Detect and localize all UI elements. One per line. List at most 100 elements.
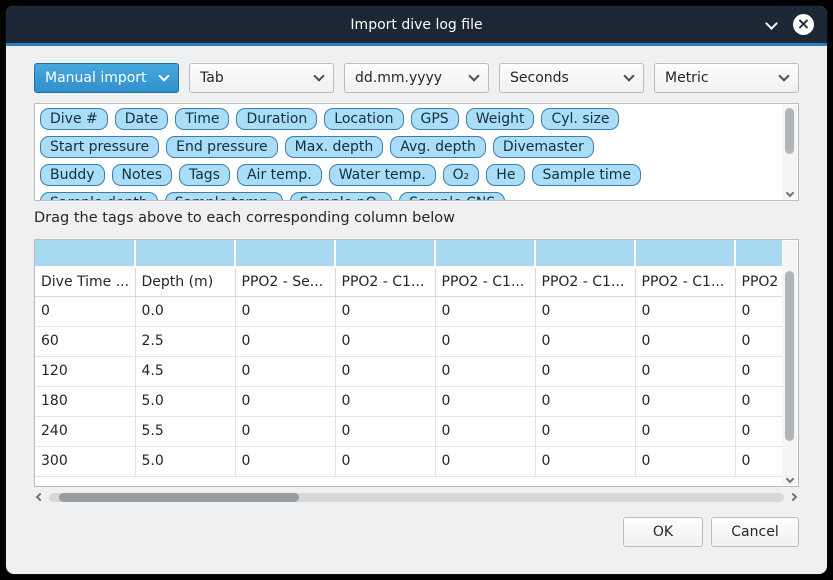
dropdown-duration-format[interactable]: Seconds (499, 63, 644, 93)
scroll-down-arrow-icon[interactable] (782, 478, 797, 482)
dropdown-date-format[interactable]: dd.mm.yyyy (344, 63, 489, 93)
scroll-left-arrow-icon[interactable] (34, 494, 43, 500)
tag-max-depth[interactable]: Max. depth (285, 136, 384, 158)
tag-area-scrollbar-thumb[interactable] (785, 108, 794, 154)
tag-divemaster[interactable]: Divemaster (493, 136, 594, 158)
table-cell: 60 (35, 326, 135, 356)
table-row: 3005.0000000 (35, 446, 782, 476)
table-cell: 5.5 (135, 416, 235, 446)
hscrollbar-track[interactable] (49, 493, 784, 502)
drop-cell[interactable] (235, 240, 335, 267)
tag-row: Buddy Notes Tags Air temp. Water temp. O₂ He Sa… (40, 164, 776, 186)
tag-o[interactable]: O₂ (443, 164, 480, 186)
scroll-right-arrow-icon[interactable] (790, 494, 799, 500)
table-cell: 4.5 (135, 356, 235, 386)
table-row: 1805.0000000 (35, 386, 782, 416)
column-header: PPO2 (735, 267, 782, 296)
dropdown-value: Manual import (45, 70, 147, 86)
table-vscrollbar-thumb[interactable] (785, 271, 794, 441)
column-header: PPO2 - C1... (635, 267, 735, 296)
chevron-down-icon (160, 72, 168, 80)
tag-air-temp[interactable]: Air temp. (237, 164, 322, 186)
table-cell: 180 (35, 386, 135, 416)
drop-cell[interactable] (35, 240, 135, 267)
tag-row: Start pressure End pressure Max. depth Avg.… (40, 136, 776, 158)
window-title: Import dive log file (350, 17, 482, 33)
dialog-content: Manual importTabdd.mm.yyyySecondsMetric … (6, 46, 827, 574)
close-icon: × (797, 16, 810, 32)
dropdown-units[interactable]: Metric (654, 63, 799, 93)
tag-area-scrollbar[interactable] (782, 105, 797, 199)
drop-cell[interactable] (435, 240, 535, 267)
table-cell: 120 (35, 356, 135, 386)
drop-cell[interactable] (335, 240, 435, 267)
tag-sample-cns[interactable]: Sample CNS (399, 192, 505, 201)
tag-dive[interactable]: Dive # (40, 108, 108, 130)
tag-sample-po[interactable]: Sample pO₂ (290, 192, 392, 201)
drop-cell[interactable] (135, 240, 235, 267)
tag-rows: Dive # Date Time Duration Location GPS Weight C… (40, 108, 776, 201)
table-cell: 0 (335, 296, 435, 326)
tag-sample-time[interactable]: Sample time (532, 164, 641, 186)
tag-sample-depth[interactable]: Sample depth (40, 192, 158, 201)
drop-cell[interactable] (535, 240, 635, 267)
tag-buddy[interactable]: Buddy (40, 164, 105, 186)
table-cell: 0 (735, 446, 782, 476)
table-body: Dive Time ...Depth (m)PPO2 - Se...PPO2 -… (35, 240, 782, 476)
tag-cyl-size[interactable]: Cyl. size (541, 108, 619, 130)
table-hscrollbar[interactable] (34, 489, 799, 505)
tag-notes[interactable]: Notes (112, 164, 172, 186)
tag-end-pressure[interactable]: End pressure (166, 136, 278, 158)
table-cell: 2.5 (135, 326, 235, 356)
table-cell: 0 (635, 356, 735, 386)
titlebar[interactable]: Import dive log file × (6, 6, 827, 43)
tag-water-temp[interactable]: Water temp. (329, 164, 436, 186)
ok-button[interactable]: OK (623, 517, 703, 547)
tag-row: Dive # Date Time Duration Location GPS Weight C… (40, 108, 776, 130)
drop-cell[interactable] (735, 240, 782, 267)
preview-table-clip: Dive Time ...Depth (m)PPO2 - Se...PPO2 -… (35, 240, 782, 486)
dropdown-import-mode[interactable]: Manual import (34, 63, 179, 93)
table-cell: 0 (335, 386, 435, 416)
column-header: PPO2 - C1... (435, 267, 535, 296)
hscrollbar-thumb[interactable] (59, 493, 299, 502)
table-cell: 0 (635, 326, 735, 356)
column-header: Depth (m) (135, 267, 235, 296)
table-cell: 0 (535, 326, 635, 356)
table-cell: 0 (735, 356, 782, 386)
table-cell: 0.0 (135, 296, 235, 326)
chevron-down-icon (315, 72, 323, 80)
table-cell: 0 (635, 416, 735, 446)
table-cell: 0 (235, 446, 335, 476)
tag-weight[interactable]: Weight (466, 108, 535, 130)
tag-tags[interactable]: Tags (179, 164, 230, 186)
column-header: PPO2 - C1... (335, 267, 435, 296)
tag-sample-temp[interactable]: Sample temp. (165, 192, 283, 201)
table-row: 2405.5000000 (35, 416, 782, 446)
tag-he[interactable]: He (486, 164, 525, 186)
table-cell: 0 (335, 356, 435, 386)
tag-date[interactable]: Date (115, 108, 168, 130)
tag-location[interactable]: Location (324, 108, 403, 130)
column-header: PPO2 - Se... (235, 267, 335, 296)
scroll-down-arrow-icon[interactable] (782, 192, 797, 196)
table-cell: 0 (235, 326, 335, 356)
dropdown-field-separator[interactable]: Tab (189, 63, 334, 93)
cancel-button[interactable]: Cancel (711, 517, 799, 547)
tag-start-pressure[interactable]: Start pressure (40, 136, 159, 158)
preview-table: Dive Time ...Depth (m)PPO2 - Se...PPO2 -… (34, 239, 799, 487)
tag-duration[interactable]: Duration (236, 108, 317, 130)
drop-cell[interactable] (635, 240, 735, 267)
table-cell: 0 (235, 386, 335, 416)
table-cell: 0 (535, 416, 635, 446)
chevron-down-icon (625, 72, 633, 80)
table-cell: 0 (535, 446, 635, 476)
tag-row: Sample depth Sample temp. Sample pO₂ Sample… (40, 192, 776, 201)
table-cell: 0 (735, 296, 782, 326)
table-vscrollbar[interactable] (782, 241, 797, 485)
tag-gps[interactable]: GPS (411, 108, 459, 130)
close-button[interactable]: × (793, 14, 814, 35)
tag-avg-depth[interactable]: Avg. depth (390, 136, 486, 158)
window-menu-button[interactable] (767, 19, 776, 28)
tag-time[interactable]: Time (175, 108, 229, 130)
